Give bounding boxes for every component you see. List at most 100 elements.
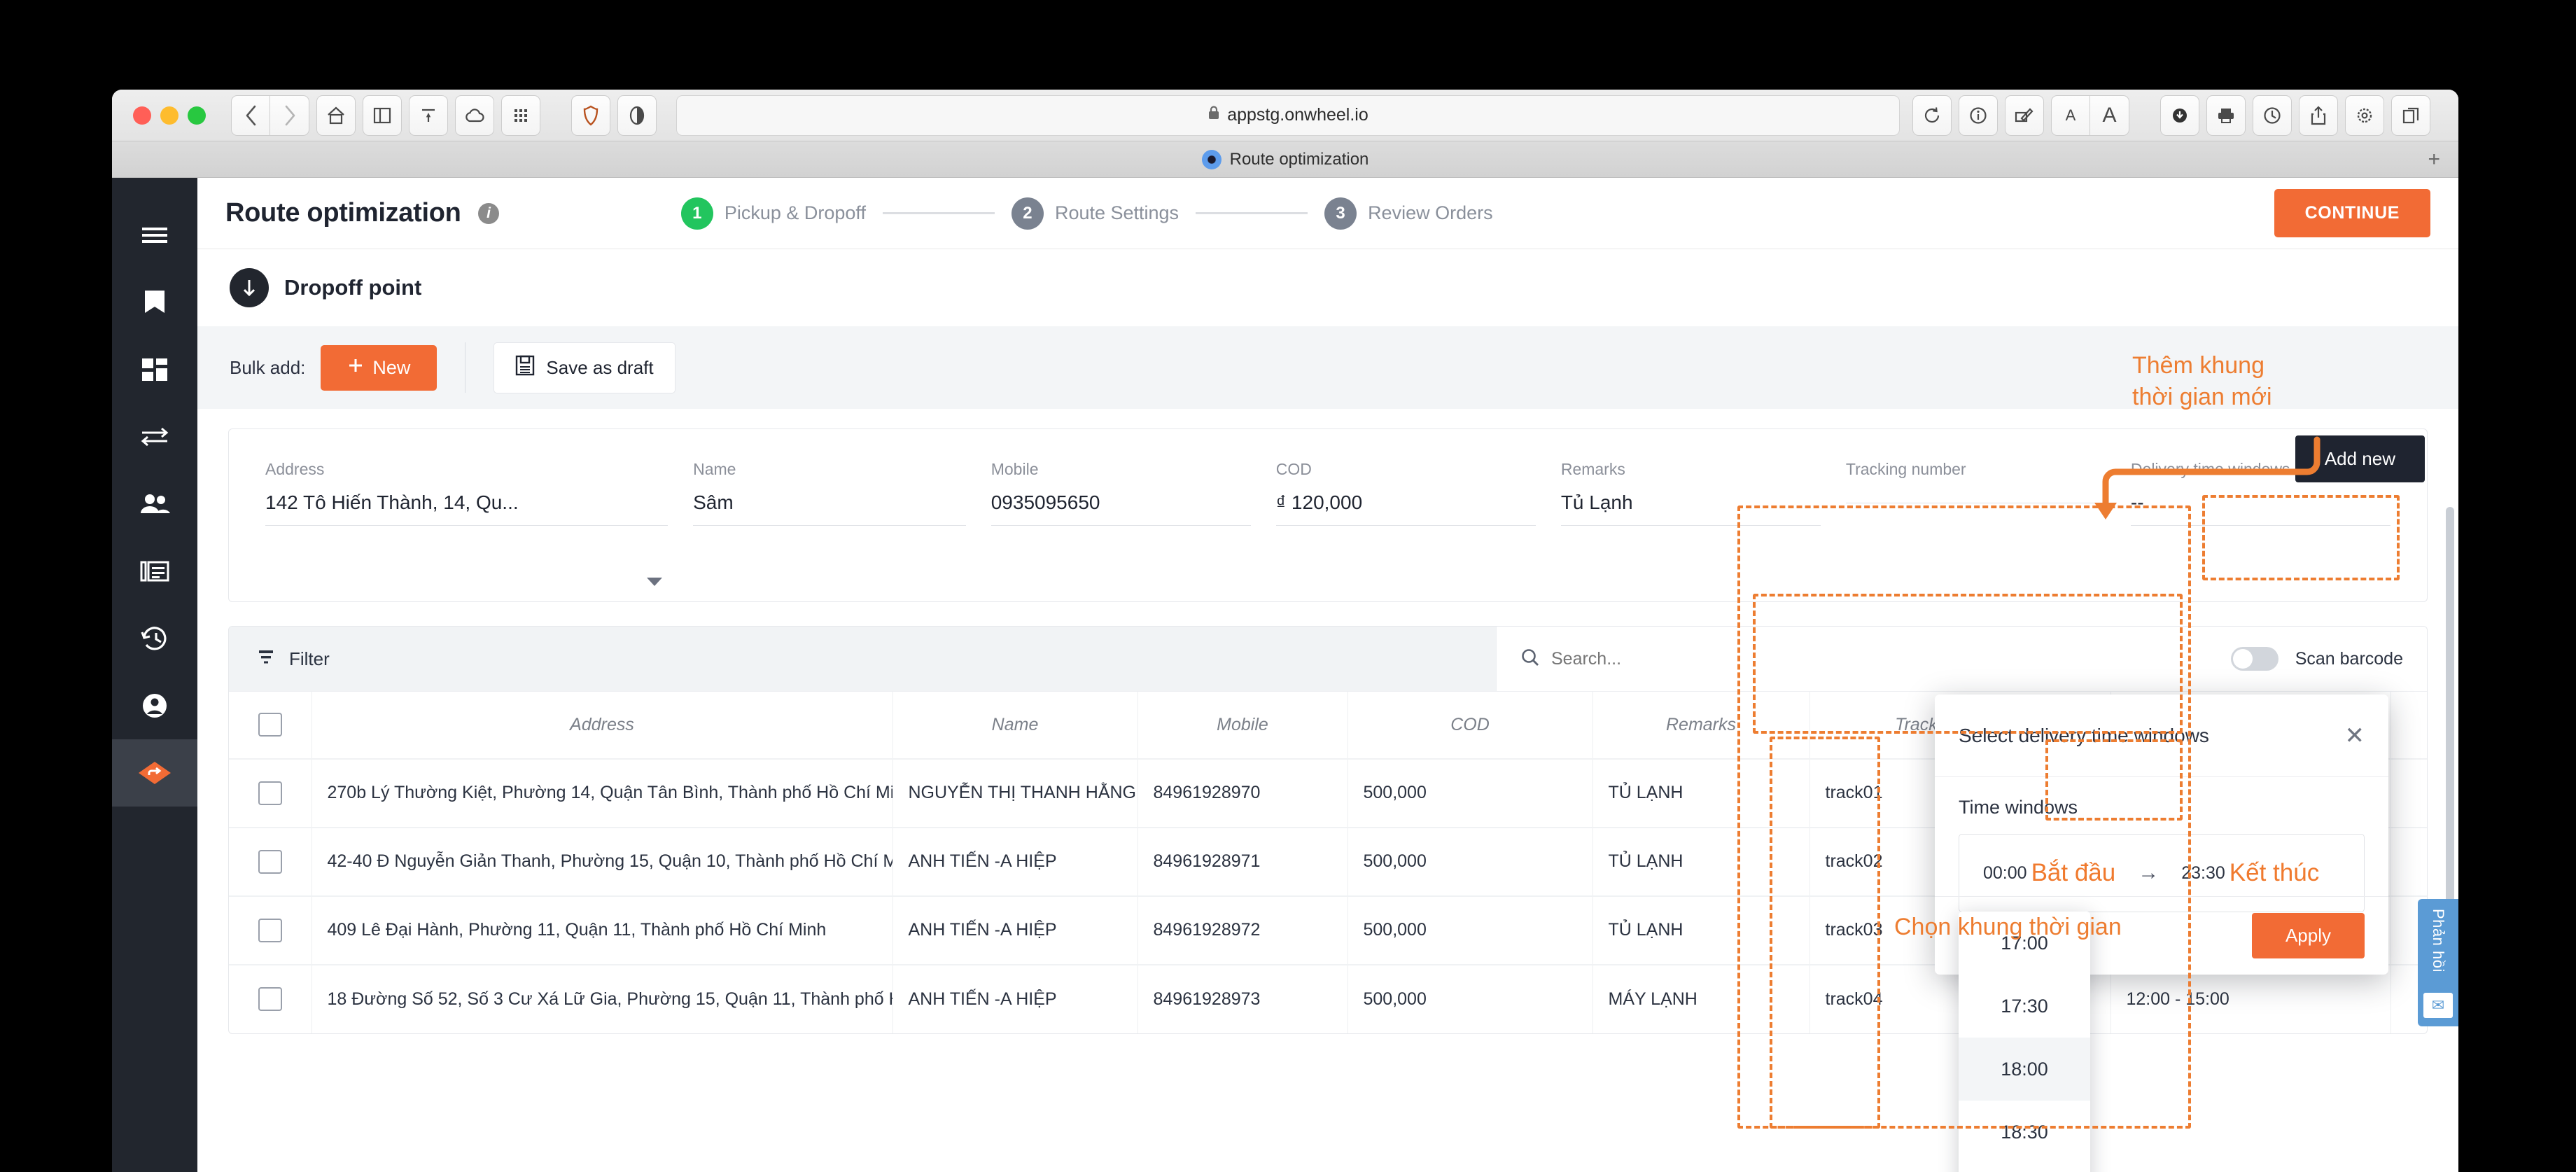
app-shell: Route optimization i 1 Pickup & Dropoff …	[112, 178, 2458, 1172]
sidebar-item-route-optimization[interactable]	[112, 739, 197, 807]
row-checkbox[interactable]	[258, 918, 282, 942]
dashboard-grid-icon[interactable]	[112, 336, 197, 403]
remarks-field[interactable]: Remarks Tủ Lạnh	[1548, 460, 1833, 601]
step-route-settings[interactable]: 2 Route Settings	[1011, 197, 1179, 230]
row-select-cell[interactable]	[229, 826, 312, 896]
row-checkbox[interactable]	[258, 987, 282, 1011]
feedback-tab[interactable]: Phản hồi ✉	[2418, 899, 2458, 1026]
account-circle-icon[interactable]	[112, 672, 197, 739]
row-checkbox[interactable]	[258, 849, 282, 874]
print-icon[interactable]	[2206, 95, 2246, 136]
column-header-remarks[interactable]: Remarks	[1592, 691, 1810, 759]
cell-remarks: MÁY LẠNH	[1592, 963, 1810, 1033]
row-checkbox[interactable]	[258, 781, 282, 805]
cell-remarks: TỦ LẠNH	[1592, 895, 1810, 965]
search-input[interactable]	[1551, 648, 2214, 669]
gear-icon[interactable]	[2345, 95, 2384, 136]
address-bar[interactable]: appstg.onwheel.io	[676, 95, 1900, 136]
mobile-field[interactable]: Mobile 0935095650	[979, 460, 1264, 601]
field-value: 0935095650	[990, 491, 1251, 526]
forward-icon[interactable]	[270, 95, 309, 136]
cod-field[interactable]: COD ₫ 120,000	[1264, 460, 1548, 601]
time-option[interactable]: 17:00	[1959, 912, 2090, 975]
cell-cod: 500,000	[1348, 963, 1593, 1033]
select-all-checkbox[interactable]	[258, 713, 282, 737]
sidebar-toggle-icon[interactable]	[363, 95, 402, 136]
share-icon[interactable]	[2299, 95, 2338, 136]
add-new-button[interactable]: New	[321, 344, 438, 391]
column-header-mobile[interactable]: Mobile	[1138, 691, 1348, 759]
filter-button[interactable]: Filter	[229, 627, 1496, 691]
apply-button[interactable]: Apply	[2251, 913, 2365, 958]
shield-privacy-icon[interactable]	[571, 95, 610, 136]
browser-tab[interactable]: Route optimization	[1201, 149, 1368, 169]
transfer-arrows-icon[interactable]	[112, 403, 197, 470]
column-header-name[interactable]: Name	[892, 691, 1138, 759]
row-select-cell[interactable]	[229, 963, 312, 1033]
reader-mode-icon[interactable]	[617, 95, 657, 136]
home-icon[interactable]	[316, 95, 356, 136]
increase-font-icon[interactable]: A	[2090, 95, 2129, 136]
add-new-row-button[interactable]: Add new	[2295, 435, 2425, 482]
search-box[interactable]	[1520, 648, 2214, 671]
field-label: Remarks	[1560, 460, 1625, 478]
field-label: Tracking number	[1845, 460, 1966, 478]
maximize-window-button[interactable]	[188, 106, 206, 125]
time-option[interactable]: 19:00	[1959, 1164, 2090, 1172]
field-value: Sâm	[693, 491, 966, 526]
scan-barcode-toggle[interactable]	[2230, 647, 2278, 671]
save-as-draft-button[interactable]: Save as draft	[493, 342, 676, 393]
row-select-cell[interactable]	[229, 758, 312, 828]
users-icon[interactable]	[112, 470, 197, 538]
markup-icon[interactable]	[2005, 95, 2044, 136]
page-info-icon[interactable]	[1959, 95, 1998, 136]
cell-cod: 500,000	[1348, 758, 1593, 828]
step-pickup-dropoff[interactable]: 1 Pickup & Dropoff	[680, 197, 866, 230]
window-controls	[133, 106, 206, 125]
apps-grid-icon[interactable]	[501, 95, 540, 136]
filter-label: Filter	[289, 648, 330, 669]
close-window-button[interactable]	[133, 106, 151, 125]
time-option[interactable]: 18:30	[1959, 1101, 2090, 1164]
row-select-cell[interactable]	[229, 895, 312, 965]
chevron-down-icon[interactable]	[647, 578, 663, 586]
list-cards-icon[interactable]	[112, 538, 197, 605]
select-all-header[interactable]	[229, 691, 312, 759]
history-clock-icon[interactable]	[2253, 95, 2292, 136]
address-field[interactable]: Address 142 Tô Hiến Thành, 14, Qu...	[253, 460, 680, 601]
info-icon[interactable]: i	[477, 203, 499, 224]
step-label: Route Settings	[1054, 202, 1180, 223]
row-actions-button[interactable]: •••	[2390, 758, 2427, 828]
row-actions-button[interactable]: •••	[2390, 826, 2427, 896]
field-value	[1845, 491, 2106, 503]
reading-list-icon[interactable]	[409, 95, 448, 136]
continue-button[interactable]: CONTINUE	[2274, 189, 2430, 237]
time-option[interactable]: 18:00	[1959, 1038, 2090, 1101]
column-header-address[interactable]: Address	[312, 691, 893, 759]
time-option[interactable]: 17:30	[1959, 975, 2090, 1038]
minimize-window-button[interactable]	[160, 106, 178, 125]
tracking-number-field[interactable]: Tracking number	[1833, 460, 2118, 601]
cloud-tabs-icon[interactable]	[455, 95, 494, 136]
reload-icon[interactable]	[1912, 95, 1952, 136]
hamburger-menu-icon[interactable]	[112, 202, 197, 269]
history-clock-icon[interactable]	[112, 605, 197, 672]
close-icon[interactable]: ✕	[2345, 724, 2365, 748]
name-field[interactable]: Name Sâm	[680, 460, 979, 601]
back-icon[interactable]	[231, 95, 270, 136]
cell-mobile: 84961928972	[1138, 895, 1348, 965]
tab-strip: Route optimization +	[112, 141, 2458, 178]
time-options-dropdown[interactable]: 17:00 17:30 18:00 18:30 19:00 19:30 20:0…	[1959, 912, 2090, 1172]
page-scrollbar[interactable]	[2446, 507, 2454, 955]
step-review-orders[interactable]: 3 Review Orders	[1324, 197, 1493, 230]
new-tab-button[interactable]: +	[2428, 148, 2440, 172]
table-row[interactable]: 18 Đường Số 52, Số 3 Cư Xá Lữ Gia, Phườn…	[229, 963, 2427, 1033]
bulk-add-bar: Bulk add: New Save as draft	[197, 326, 2458, 409]
tab-overview-icon[interactable]	[2391, 95, 2430, 136]
bookmark-icon[interactable]	[112, 269, 197, 336]
favicon-icon	[1201, 149, 1222, 169]
decrease-font-icon[interactable]: A	[2051, 95, 2090, 136]
downloads-icon[interactable]	[2160, 95, 2199, 136]
start-time-annotation: Bắt đầu	[2031, 859, 2116, 886]
column-header-cod[interactable]: COD	[1348, 691, 1593, 759]
